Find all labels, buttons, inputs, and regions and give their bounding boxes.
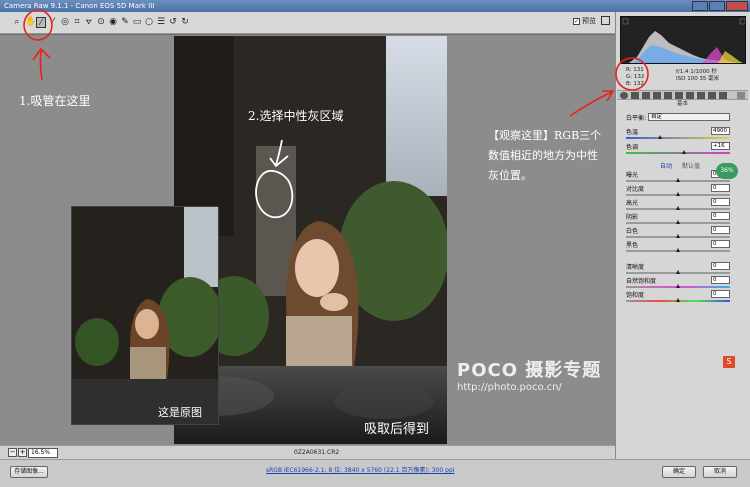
sample-circle <box>255 169 294 218</box>
watermark-brand: POCO 摄影专题 <box>457 360 602 381</box>
result-caption: 吸取后得到 <box>364 422 430 437</box>
sample-arrow <box>269 139 289 168</box>
watermark-url: http://photo.poco.cn/ <box>457 382 562 393</box>
white-annotation-marks <box>255 139 294 218</box>
step1-annotation: 1.吸管在这里 <box>19 94 91 108</box>
s-logo-icon[interactable]: S <box>723 356 735 368</box>
step2-annotation: 2.选择中性灰区域 <box>248 109 344 123</box>
poco-watermark: POCO 摄影专题 http://photo.poco.cn/ <box>457 356 601 393</box>
float-percent-badge[interactable]: 36% <box>716 163 738 179</box>
original-caption: 这是原图 <box>158 406 202 419</box>
camera-raw-window: Camera Raw 9.1.1 - Canon EOS 5D Mark III… <box>0 0 750 487</box>
observe-annotation: 【观察这里】RGB三个数值相近的地方为中性灰位置。 <box>488 129 602 182</box>
